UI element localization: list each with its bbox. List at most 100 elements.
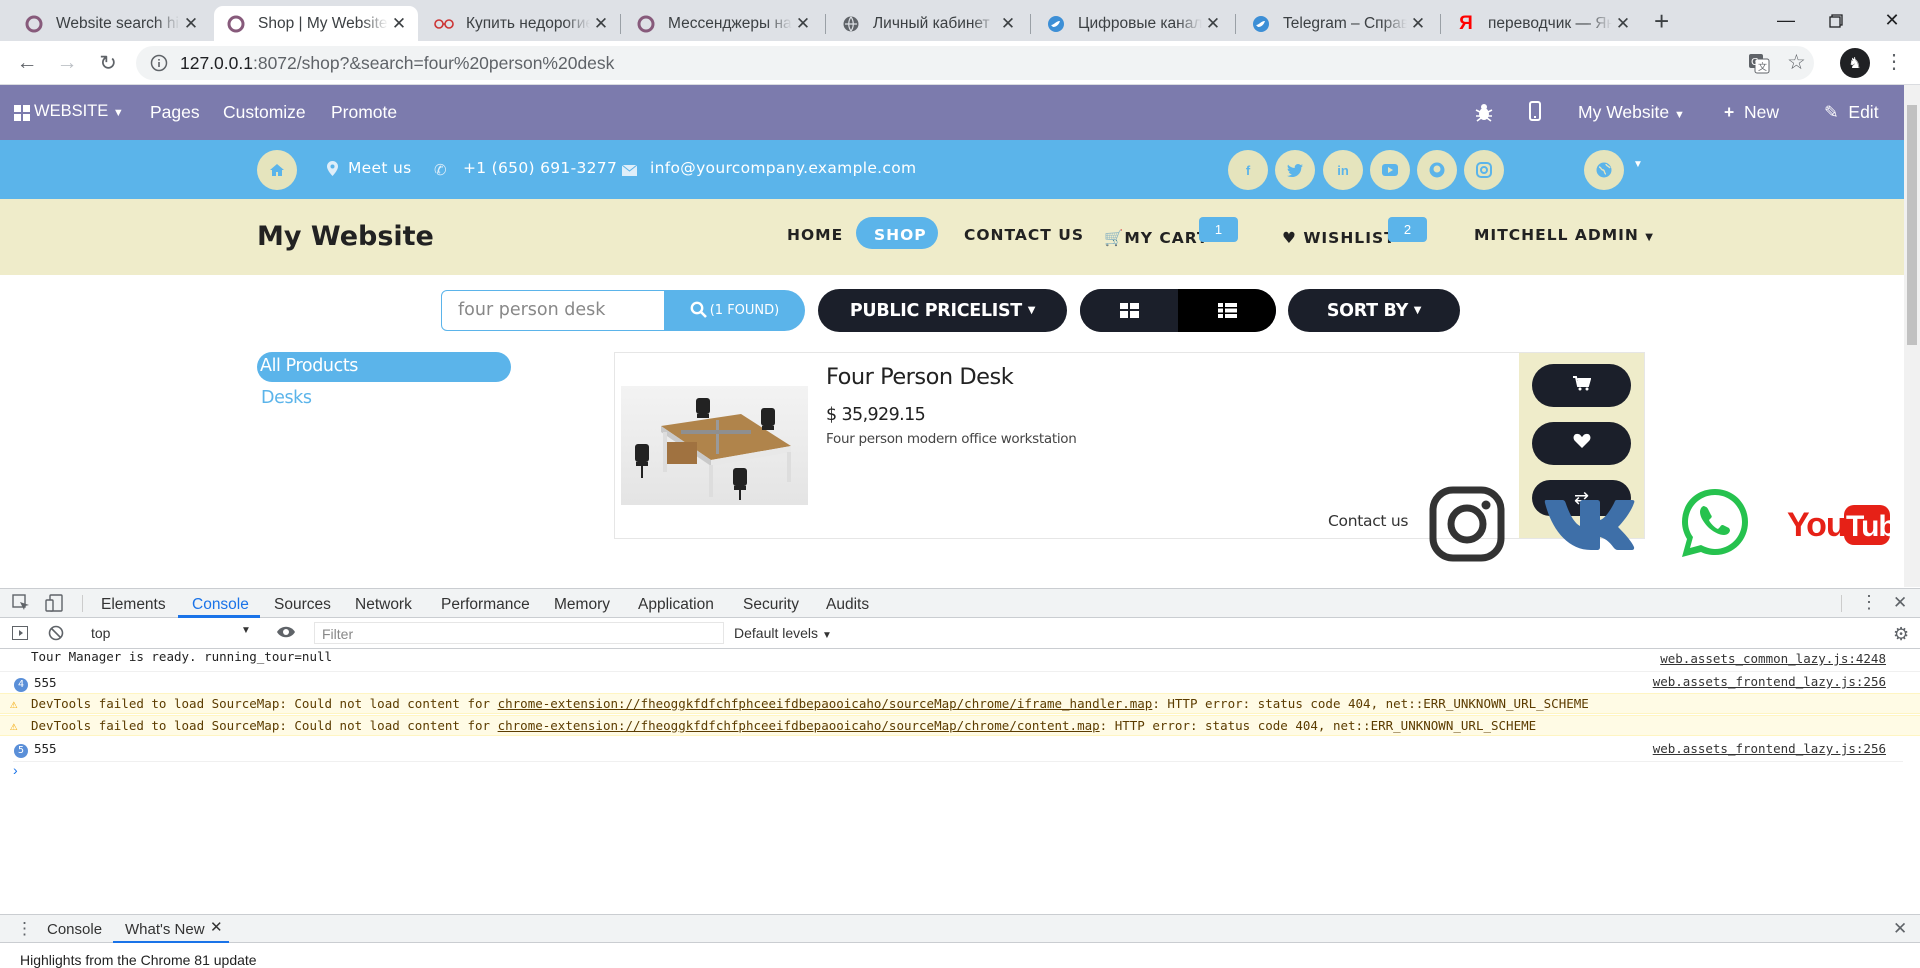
devtools-close-icon[interactable]: ✕ — [1893, 593, 1907, 613]
tab-audits[interactable]: Audits — [826, 596, 869, 614]
drawer-close-icon[interactable]: ✕ — [1893, 919, 1907, 939]
drawer-tab-whats-new[interactable]: What's New — [125, 921, 205, 938]
close-icon[interactable]: ✕ — [590, 14, 612, 34]
log-source-link[interactable]: web.assets_frontend_lazy.js:256 — [1653, 674, 1886, 689]
youtube-logo-icon[interactable]: YouTube — [1784, 497, 1890, 551]
browser-tab[interactable]: Цифровые каналы ✕ — [1034, 6, 1232, 41]
avatar[interactable]: ♞ — [1840, 48, 1870, 78]
star-icon[interactable]: ☆ — [1787, 50, 1806, 75]
twitter-icon[interactable] — [1275, 150, 1315, 190]
browser-tab-active[interactable]: Shop | My Website ✕ — [214, 6, 418, 41]
customize-menu-button[interactable]: Customize — [223, 102, 306, 123]
linkedin-icon[interactable]: in — [1323, 150, 1363, 190]
category-desks[interactable]: Desks — [261, 388, 312, 408]
facebook-icon[interactable]: f — [1228, 150, 1268, 190]
browser-tab[interactable]: Telegram – Справо ✕ — [1239, 6, 1437, 41]
menu-contact-us[interactable]: CONTACT US — [964, 226, 1084, 244]
menu-dots-icon[interactable]: ⋮ — [1884, 49, 1904, 74]
inspect-icon[interactable] — [12, 594, 30, 616]
new-button[interactable]: + New — [1724, 102, 1779, 123]
youtube-icon[interactable] — [1370, 150, 1410, 190]
tab-sources[interactable]: Sources — [274, 596, 331, 614]
search-button[interactable]: (1 FOUND) — [664, 290, 805, 331]
phone-link[interactable]: +1 (650) 691-3277 — [463, 159, 617, 177]
back-icon[interactable]: ← — [12, 48, 42, 78]
email-link[interactable]: info@yourcompany.example.com — [650, 159, 916, 177]
clear-console-icon[interactable] — [48, 625, 64, 645]
page-scrollbar[interactable] — [1904, 85, 1920, 587]
tab-network[interactable]: Network — [355, 596, 412, 614]
pages-menu-button[interactable]: Pages — [150, 102, 200, 123]
product-search-input[interactable]: four person desk — [441, 290, 665, 331]
devtools-menu-icon[interactable]: ⋮ — [1860, 592, 1878, 613]
menu-my-cart[interactable]: 🛒MY CART — [1104, 229, 1209, 247]
browser-tab[interactable]: Мессенджеры на ✕ — [624, 6, 822, 41]
info-icon[interactable] — [150, 54, 168, 76]
eye-icon[interactable] — [276, 624, 296, 644]
website-menu-button[interactable]: WEBSITE ▼ — [34, 102, 124, 121]
list-view-icon[interactable] — [1178, 289, 1276, 332]
context-selector[interactable]: top ▼ — [82, 622, 254, 644]
browser-tab[interactable]: Website search his ✕ — [12, 6, 210, 41]
log-link[interactable]: chrome-extension://fheoggkfdfchfphceeifd… — [498, 696, 1153, 711]
language-globe-icon[interactable] — [1584, 150, 1624, 190]
instagram-icon[interactable] — [1464, 150, 1504, 190]
add-to-wishlist-button[interactable] — [1532, 422, 1631, 465]
close-icon[interactable]: ✕ — [1407, 14, 1429, 34]
close-icon[interactable]: ✕ — [210, 918, 223, 936]
tab-memory[interactable]: Memory — [554, 596, 610, 614]
url-field[interactable]: 127.0.0.1:8072/shop?&search=four%20perso… — [136, 46, 1814, 80]
sidebar-toggle-icon[interactable] — [12, 626, 28, 644]
product-name[interactable]: Four Person Desk — [826, 364, 1014, 390]
close-icon[interactable]: ✕ — [792, 14, 814, 34]
drawer-tab-console[interactable]: Console — [47, 921, 102, 938]
translate-icon[interactable]: G文 — [1748, 52, 1770, 78]
chevron-down-icon[interactable]: ▼ — [1633, 159, 1643, 170]
site-brand[interactable]: My Website — [257, 221, 434, 252]
meet-us-link[interactable]: Meet us — [348, 159, 411, 177]
grid-view-icon[interactable] — [1080, 289, 1178, 332]
bug-icon[interactable] — [1475, 102, 1493, 126]
close-icon[interactable]: ✕ — [388, 14, 410, 34]
menu-wishlist[interactable]: ♥ WISHLIST — [1282, 229, 1396, 247]
close-icon[interactable]: ✕ — [180, 14, 202, 34]
tab-console[interactable]: Console — [192, 596, 249, 614]
instagram-icon[interactable] — [1429, 486, 1505, 562]
window-close-icon[interactable]: ✕ — [1864, 0, 1920, 41]
github-icon[interactable] — [1417, 150, 1457, 190]
tab-application[interactable]: Application — [638, 596, 714, 614]
user-menu[interactable]: MITCHELL ADMIN ▼ — [1474, 226, 1654, 244]
tab-performance[interactable]: Performance — [441, 596, 530, 614]
browser-tab[interactable]: Купить недорогие ✕ — [422, 6, 620, 41]
mobile-preview-icon[interactable] — [1529, 101, 1541, 125]
pricelist-dropdown[interactable]: PUBLIC PRICELIST ▼ — [818, 289, 1067, 332]
reload-icon[interactable]: ↻ — [93, 48, 123, 78]
menu-home[interactable]: HOME — [787, 226, 843, 244]
browser-tab[interactable]: Я переводчик — Ян ✕ — [1444, 6, 1642, 41]
console-prompt[interactable]: › — [13, 761, 1903, 778]
home-icon[interactable] — [257, 150, 297, 190]
close-icon[interactable]: ✕ — [997, 14, 1019, 34]
sort-by-dropdown[interactable]: SORT BY ▼ — [1288, 289, 1460, 332]
tab-elements[interactable]: Elements — [101, 596, 166, 614]
log-source-link[interactable]: web.assets_common_lazy.js:4248 — [1660, 651, 1886, 666]
my-website-switcher[interactable]: My Website ▼ — [1578, 102, 1685, 123]
browser-tab[interactable]: Личный кабинет ✕ — [829, 6, 1027, 41]
settings-gear-icon[interactable]: ⚙ — [1893, 624, 1909, 645]
close-icon[interactable]: ✕ — [1612, 14, 1634, 34]
close-icon[interactable]: ✕ — [1202, 14, 1224, 34]
category-all-products[interactable]: All Products — [260, 356, 358, 376]
vk-icon[interactable] — [1544, 496, 1636, 552]
log-source-link[interactable]: web.assets_frontend_lazy.js:256 — [1653, 741, 1886, 756]
new-tab-button[interactable]: + — [1654, 6, 1669, 37]
tab-security[interactable]: Security — [743, 596, 799, 614]
promote-menu-button[interactable]: Promote — [331, 102, 397, 123]
edit-button[interactable]: ✎ Edit — [1824, 102, 1879, 123]
log-link[interactable]: chrome-extension://fheoggkfdfchfphceeifd… — [498, 718, 1100, 733]
product-image[interactable] — [621, 386, 808, 505]
minimize-icon[interactable]: — — [1758, 0, 1814, 41]
restore-icon[interactable] — [1808, 0, 1864, 41]
log-levels-dropdown[interactable]: Default levels ▼ — [734, 625, 832, 641]
drawer-menu-icon[interactable]: ⋮ — [16, 919, 33, 939]
console-filter-input[interactable]: Filter — [314, 622, 724, 644]
